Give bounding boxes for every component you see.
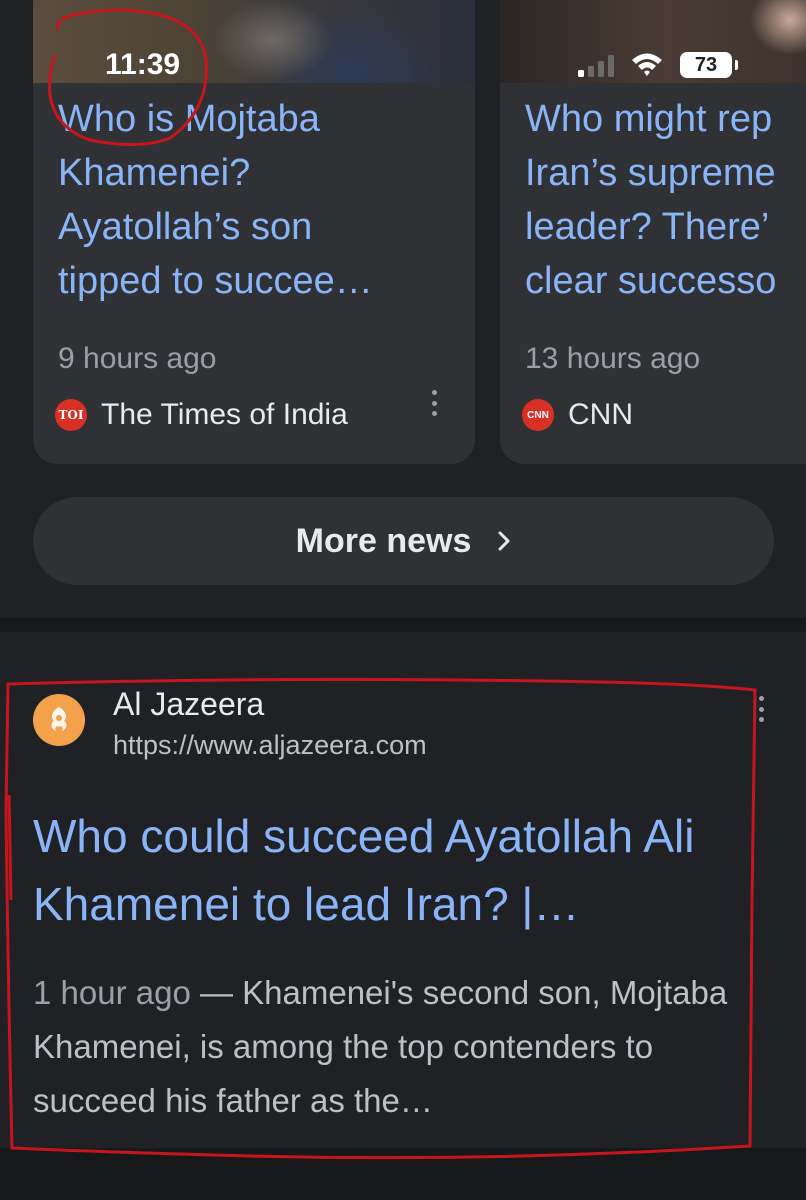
wifi-icon: [632, 53, 662, 76]
chevron-right-icon: [498, 531, 510, 551]
section-divider: [0, 618, 806, 632]
news-card-source: TOI The Times of India: [55, 398, 348, 432]
battery-icon: 73: [680, 52, 738, 78]
title-line: leader? There’: [525, 206, 770, 248]
title-line: Iran’s supreme: [525, 152, 776, 194]
title-line: clear successo: [525, 260, 777, 302]
more-news-label: More news: [295, 521, 472, 560]
more-news-button[interactable]: More news: [33, 497, 774, 585]
site-url[interactable]: https://www.aljazeera.com: [113, 730, 427, 761]
battery-level: 73: [694, 53, 718, 76]
title-line: Ayatollah’s son: [58, 206, 313, 248]
top-stories-carousel[interactable]: Who is Mojtaba Khamenei? Ayatollah’s son…: [0, 0, 806, 618]
more-options-icon[interactable]: [756, 696, 766, 722]
times-of-india-logo-icon: TOI: [55, 399, 87, 431]
section-divider: [0, 1148, 806, 1200]
title-line: Khamenei?: [58, 152, 251, 194]
news-card-time: 9 hours ago: [58, 342, 217, 375]
cellular-signal-icon: [578, 55, 614, 77]
news-card-title[interactable]: Who might rep Iran’s supreme leader? The…: [525, 92, 776, 308]
news-card-times-of-india[interactable]: Who is Mojtaba Khamenei? Ayatollah’s son…: [33, 0, 475, 464]
site-name[interactable]: Al Jazeera: [113, 686, 264, 723]
news-card-time: 13 hours ago: [525, 342, 701, 375]
news-thumbnail: [33, 0, 475, 83]
title-line: tipped to succee…: [58, 260, 373, 302]
result-date: 1 hour ago: [33, 974, 191, 1011]
news-card-title[interactable]: Who is Mojtaba Khamenei? Ayatollah’s son…: [58, 92, 373, 308]
status-bar-time: 11:39: [105, 48, 181, 81]
result-title-link[interactable]: Who could succeed Ayatollah Ali Khamenei…: [33, 802, 773, 938]
cnn-logo-icon: CNN: [522, 399, 554, 431]
title-line: Who is Mojtaba: [58, 98, 320, 140]
search-results-page: Who is Mojtaba Khamenei? Ayatollah’s son…: [0, 0, 806, 1200]
title-line: Who might rep: [525, 98, 773, 140]
more-options-icon[interactable]: [429, 390, 439, 416]
search-result-al-jazeera[interactable]: Al Jazeera https://www.aljazeera.com Who…: [0, 632, 806, 1148]
result-snippet: 1 hour ago — Khamenei's second son, Mojt…: [33, 966, 773, 1128]
source-name: The Times of India: [101, 398, 348, 431]
source-name: CNN: [568, 398, 633, 431]
news-card-source: CNN CNN: [522, 398, 633, 432]
al-jazeera-logo-icon: [33, 694, 85, 746]
